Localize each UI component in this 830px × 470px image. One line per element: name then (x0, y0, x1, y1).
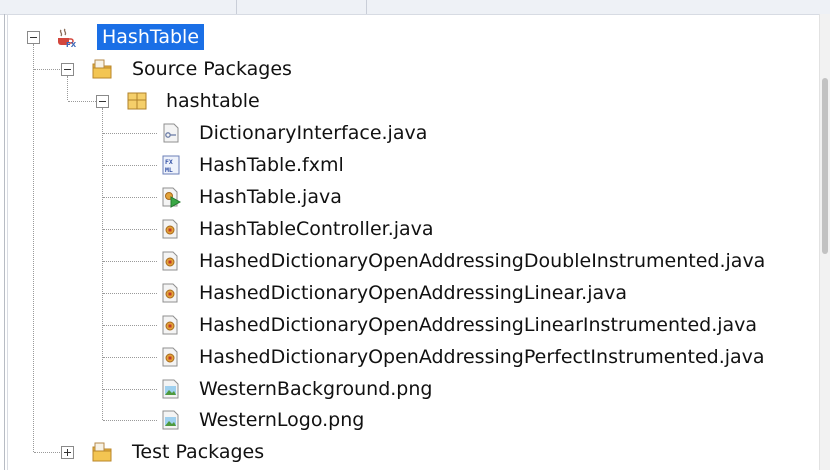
svg-text:ML: ML (165, 166, 173, 174)
svg-text:FX: FX (66, 41, 76, 48)
test-folder-icon (91, 441, 113, 463)
source-packages-label[interactable]: Source Packages (132, 56, 292, 82)
test-packages-label[interactable]: Test Packages (132, 439, 264, 465)
javafx-project-icon: FX (54, 26, 77, 49)
tree-line (103, 357, 157, 358)
interface-file-icon (160, 122, 182, 144)
image-file-icon (160, 409, 182, 431)
image-file-icon (160, 378, 182, 400)
tree-line (34, 69, 62, 70)
file-label[interactable]: HashedDictionaryOpenAddressingLinearInst… (199, 312, 757, 338)
tree-line (67, 76, 68, 100)
tree-line (103, 165, 157, 166)
tree-line (103, 325, 157, 326)
fxml-file-icon: FX ML (160, 154, 182, 176)
file-label[interactable]: DictionaryInterface.java (199, 120, 427, 146)
file-label[interactable]: HashedDictionaryOpenAddressingLinear.jav… (199, 280, 627, 306)
tree-line (103, 293, 157, 294)
java-class-file-icon (160, 314, 182, 336)
collapse-toggle[interactable] (96, 95, 109, 108)
file-label[interactable]: HashTable.fxml (199, 152, 344, 178)
project-tree[interactable]: FX HashTable Source Packages hashtable D… (0, 0, 818, 470)
scrollbar-thumb[interactable] (822, 78, 828, 254)
vertical-scrollbar[interactable] (819, 14, 830, 470)
java-class-file-icon (160, 250, 182, 272)
tree-line (102, 108, 103, 420)
collapse-toggle[interactable] (61, 63, 74, 76)
main-class-file-icon (160, 186, 182, 208)
java-class-file-icon (160, 218, 182, 240)
java-class-file-icon (160, 282, 182, 304)
tree-line (103, 420, 157, 421)
package-icon (126, 90, 148, 112)
package-label[interactable]: hashtable (166, 88, 260, 114)
file-label[interactable]: HashTable.java (199, 184, 342, 210)
expand-toggle[interactable] (61, 446, 74, 459)
tree-line (103, 229, 157, 230)
file-label[interactable]: HashedDictionaryOpenAddressingPerfectIns… (199, 344, 765, 370)
file-label[interactable]: WesternBackground.png (199, 376, 432, 402)
tree-line (103, 197, 157, 198)
tree-line (103, 261, 157, 262)
tree-line (103, 133, 157, 134)
java-class-file-icon (160, 346, 182, 368)
tree-line (34, 452, 62, 453)
file-label[interactable]: WesternLogo.png (199, 407, 364, 433)
file-label[interactable]: HashedDictionaryOpenAddressingDoubleInst… (199, 248, 765, 274)
collapse-toggle[interactable] (27, 31, 40, 44)
tree-line (68, 101, 96, 102)
tree-line (33, 44, 34, 452)
svg-text:FX: FX (165, 158, 173, 166)
tree-line (103, 389, 157, 390)
file-label[interactable]: HashTableController.java (199, 216, 434, 242)
source-folder-icon (91, 58, 113, 80)
project-node-label[interactable]: HashTable (97, 24, 205, 50)
